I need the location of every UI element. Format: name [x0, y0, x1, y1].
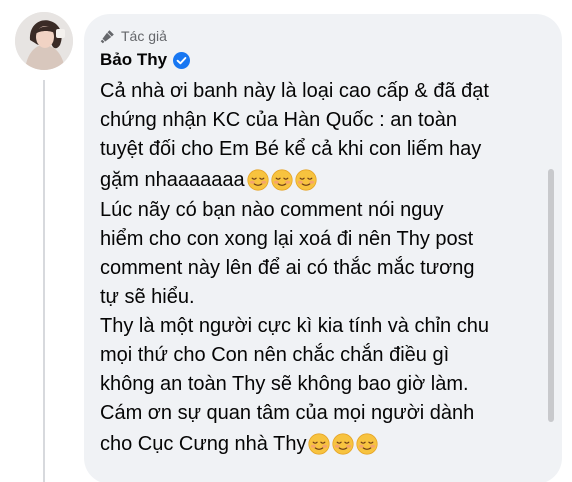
reply-thread-line [43, 80, 45, 482]
comment-line: gặm nhaaaaaaa [100, 168, 245, 191]
author-role-label: Tác giả [121, 28, 167, 44]
verified-badge-icon [173, 51, 191, 69]
smiling-face-emoji-icon [308, 433, 331, 455]
comment-line: chứng nhận KC của Hàn Quốc : an toàn [100, 109, 457, 131]
author-row: Bảo Thy [100, 48, 538, 72]
comment-line: mọi thứ cho Con nên chắc chắn điều gì [100, 344, 450, 366]
comment-bubble: Tác giả Bảo Thy Cả nhà ơi banh này là lo… [84, 14, 562, 482]
avatar[interactable] [15, 12, 73, 70]
comment-line: Thy là một người cực kì kia tính và chỉn… [100, 315, 489, 337]
comment-line: comment này lên để ai có thắc mắc tương [100, 257, 475, 279]
comment-line: Cám ơn sự quan tâm của mọi người dành [100, 402, 475, 424]
scrollbar-thumb[interactable] [548, 169, 554, 422]
smiling-face-emoji-icon [356, 433, 379, 455]
comment-line-with-emoji: cho Cục Cưng nhà Thy [100, 428, 546, 460]
microphone-icon [100, 29, 115, 44]
comment-paragraph-1: Cả nhà ơi banh này là loại cao cấp & đã … [100, 77, 546, 196]
comment-line-with-emoji: gặm nhaaaaaaa [100, 164, 546, 196]
smiling-face-emoji-icon [332, 433, 355, 455]
smiling-face-emoji-icon [270, 169, 293, 191]
comment-body: Cả nhà ơi banh này là loại cao cấp & đã … [100, 77, 546, 460]
author-role-row: Tác giả [100, 25, 538, 47]
comment-paragraph-3: Thy là một người cực kì kia tính và chỉn… [100, 312, 546, 460]
avatar-image [15, 12, 73, 70]
comment-line: tự sẽ hiểu. [100, 286, 195, 308]
comment-paragraph-2: Lúc nãy có bạn nào comment nói nguy hiểm… [100, 196, 546, 312]
author-name[interactable]: Bảo Thy [100, 50, 167, 70]
comment-line: Lúc nãy có bạn nào comment nói nguy [100, 199, 444, 221]
comment-line: không an toàn Thy sẽ không bao giờ làm. [100, 373, 469, 395]
smiling-face-emoji-icon [246, 169, 269, 191]
comment-line: hiểm cho con xong lại xoá đi nên Thy pos… [100, 228, 474, 250]
smiling-face-emoji-icon [294, 169, 317, 191]
comment-view: Tác giả Bảo Thy Cả nhà ơi banh này là lo… [0, 0, 572, 482]
comment-line: tuyệt đối cho Em Bé kể cả khi con liếm h… [100, 138, 482, 160]
comment-line: cho Cục Cưng nhà Thy [100, 432, 307, 455]
comment-line: Cả nhà ơi banh này là loại cao cấp & đã … [100, 80, 489, 102]
